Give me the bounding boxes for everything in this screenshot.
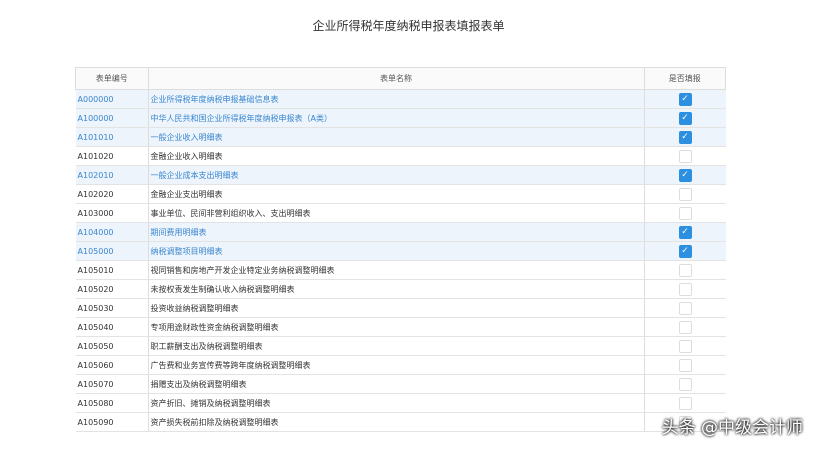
form-code[interactable]: A102020 [75, 184, 149, 204]
table-row: A105090 资产损失税前扣除及纳税调整明细表 [75, 412, 726, 432]
table-row: A105010 视同销售和房地产开发企业特定业务纳税调整明细表 [75, 260, 726, 280]
table-row: A105080 资产折旧、摊销及纳税调整明细表 [75, 393, 726, 413]
table-row: A100000 中华人民共和国企业所得税年度纳税申报表（A类） ✓ [75, 108, 726, 128]
table-row: A105040 专项用途财政性资金纳税调整明细表 [75, 317, 726, 337]
fill-checkbox[interactable]: ✓ [678, 244, 692, 258]
form-code[interactable]: A105090 [75, 412, 149, 432]
form-code[interactable]: A105010 [75, 260, 149, 280]
page-title: 企业所得税年度纳税申报表填报表单 [312, 19, 505, 33]
fill-checkbox[interactable]: ✓ [678, 168, 692, 182]
fill-checkbox[interactable]: ✓ [678, 92, 692, 106]
table-row: A101020 金融企业收入明细表 [75, 146, 726, 166]
fill-checkbox[interactable]: ✓ [678, 130, 692, 144]
table-row: A105050 职工薪酬支出及纳税调整明细表 [75, 336, 726, 356]
form-name[interactable]: 视同销售和房地产开发企业特定业务纳税调整明细表 [148, 260, 645, 280]
header-fill: 是否填报 [643, 67, 726, 90]
fill-checkbox[interactable] [678, 339, 692, 353]
form-code[interactable]: A105070 [75, 374, 149, 394]
fill-checkbox[interactable] [678, 187, 692, 201]
form-name[interactable]: 一般企业成本支出明细表 [148, 165, 645, 185]
form-name[interactable]: 资产折旧、摊销及纳税调整明细表 [148, 393, 645, 413]
fill-checkbox[interactable] [678, 206, 692, 220]
forms-table: 表单编号 表单名称 是否填报 A000000 企业所得税年度纳税申报基础信息表 … [75, 67, 726, 432]
table-row: A101010 一般企业收入明细表 ✓ [75, 127, 726, 147]
form-code[interactable]: A101020 [75, 146, 149, 166]
table-row: A105060 广告费和业务宣传费等跨年度纳税调整明细表 [75, 355, 726, 375]
fill-checkbox[interactable] [678, 282, 692, 296]
form-name[interactable]: 职工薪酬支出及纳税调整明细表 [148, 336, 645, 356]
form-name[interactable]: 期间费用明细表 [148, 222, 645, 242]
form-code[interactable]: A100000 [75, 108, 149, 128]
form-name[interactable]: 一般企业收入明细表 [148, 127, 645, 147]
fill-checkbox[interactable] [678, 263, 692, 277]
header-name: 表单名称 [147, 67, 645, 90]
form-code[interactable]: A101010 [75, 127, 149, 147]
form-name[interactable]: 广告费和业务宣传费等跨年度纳税调整明细表 [148, 355, 645, 375]
form-code[interactable]: A105060 [75, 355, 149, 375]
header-code: 表单编号 [75, 67, 149, 90]
fill-checkbox[interactable] [678, 377, 692, 391]
form-code[interactable]: A105040 [75, 317, 149, 337]
form-name[interactable]: 捐赠支出及纳税调整明细表 [148, 374, 645, 394]
form-name[interactable]: 资产损失税前扣除及纳税调整明细表 [148, 412, 645, 432]
form-name[interactable]: 金融企业支出明细表 [148, 184, 645, 204]
form-code[interactable]: A103000 [75, 203, 149, 223]
form-code[interactable]: A105020 [75, 279, 149, 299]
fill-checkbox[interactable] [678, 149, 692, 163]
table-row: A102020 金融企业支出明细表 [75, 184, 726, 204]
table-row: A105020 未按权责发生制确认收入纳税调整明细表 [75, 279, 726, 299]
table-row: A103000 事业单位、民间非营利组织收入、支出明细表 [75, 203, 726, 223]
form-code[interactable]: A105000 [75, 241, 149, 261]
form-code[interactable]: A105030 [75, 298, 149, 318]
form-name[interactable]: 事业单位、民间非营利组织收入、支出明细表 [148, 203, 645, 223]
fill-checkbox[interactable] [678, 320, 692, 334]
fill-checkbox[interactable]: ✓ [678, 225, 692, 239]
form-name[interactable]: 企业所得税年度纳税申报基础信息表 [148, 89, 645, 109]
form-code[interactable]: A000000 [75, 89, 149, 109]
fill-checkbox[interactable]: ✓ [678, 111, 692, 125]
form-name[interactable]: 金融企业收入明细表 [148, 146, 645, 166]
table-row: A104000 期间费用明细表 ✓ [75, 222, 726, 242]
table-row: A105000 纳税调整项目明细表 ✓ [75, 241, 726, 261]
fill-checkbox[interactable] [678, 301, 692, 315]
table-header: 表单编号 表单名称 是否填报 [75, 67, 726, 90]
watermark: 头条 @中级会计师 [661, 418, 803, 438]
form-name[interactable]: 未按权责发生制确认收入纳税调整明细表 [148, 279, 645, 299]
form-code[interactable]: A105080 [75, 393, 149, 413]
table-row: A105030 投资收益纳税调整明细表 [75, 298, 726, 318]
table-row: A000000 企业所得税年度纳税申报基础信息表 ✓ [75, 89, 726, 109]
form-name[interactable]: 投资收益纳税调整明细表 [148, 298, 645, 318]
form-code[interactable]: A105050 [75, 336, 149, 356]
fill-checkbox[interactable] [678, 396, 692, 410]
fill-checkbox[interactable] [678, 358, 692, 372]
form-name[interactable]: 纳税调整项目明细表 [148, 241, 645, 261]
form-code[interactable]: A102010 [75, 165, 149, 185]
form-code[interactable]: A104000 [75, 222, 149, 242]
table-row: A105070 捐赠支出及纳税调整明细表 [75, 374, 726, 394]
table-row: A102010 一般企业成本支出明细表 ✓ [75, 165, 726, 185]
form-name[interactable]: 专项用途财政性资金纳税调整明细表 [148, 317, 645, 337]
form-name[interactable]: 中华人民共和国企业所得税年度纳税申报表（A类） [148, 108, 645, 128]
